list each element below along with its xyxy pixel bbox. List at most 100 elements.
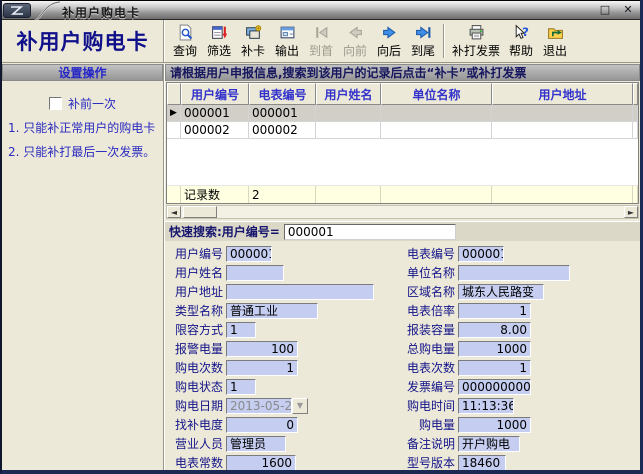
field-purchase-count[interactable]: 1 <box>226 360 298 376</box>
column-header-unit-name[interactable]: 单位名称 <box>381 83 492 105</box>
field-purchase-energy[interactable]: 1000 <box>458 417 531 433</box>
field-label-purchase-energy: 购电量 <box>405 416 455 433</box>
column-header-user-id[interactable]: 用户编号 <box>181 83 249 105</box>
field-adjust-energy[interactable]: 0 <box>226 417 298 433</box>
next-record-button[interactable]: 向后 <box>372 21 406 61</box>
title-bar: 补用户购电卡 □ ✕ <box>0 0 643 20</box>
titlebar-swoosh-decoration <box>32 1 62 21</box>
sidebar-note-2: 2. 只能补打最后一次发票。 <box>8 145 159 160</box>
exit-icon <box>547 24 564 44</box>
sidebar-note-1: 1. 只能补正常用户的购电卡 <box>8 121 159 136</box>
field-label-model-version: 型号版本 <box>405 454 455 471</box>
grid-empty-area <box>167 139 638 186</box>
record-count-row: 记录数 2 <box>167 186 638 203</box>
field-total-energy[interactable]: 1000 <box>458 341 531 357</box>
previous-record-icon <box>347 24 364 44</box>
field-unit-name[interactable] <box>458 265 570 281</box>
query-button[interactable]: 查询 <box>168 21 202 61</box>
help-icon: ? <box>513 24 530 44</box>
field-invoice-number[interactable]: 0000000001 <box>458 379 531 395</box>
column-header-user-name[interactable]: 用户姓名 <box>316 83 381 105</box>
chevron-down-icon[interactable]: ▼ <box>292 398 308 414</box>
column-header-overflow <box>633 83 638 105</box>
scroll-right-arrow[interactable]: ► <box>624 206 638 218</box>
column-header-user-address[interactable]: 用户地址 <box>492 83 633 105</box>
output-button[interactable]: 输出 <box>270 21 304 61</box>
table-row[interactable]: 000002 000002 <box>167 122 638 139</box>
field-purchase-time[interactable]: 11:13:36 <box>458 398 514 414</box>
toolbar: 补用户购电卡 查询 筛选 补卡 <box>2 20 640 63</box>
instruction-bar: 请根据用户申报信息,搜索到该用户的记录后点击“补卡”或补打发票 <box>165 64 640 81</box>
field-meter-ratio[interactable]: 1 <box>458 303 531 319</box>
field-label-unit-name: 单位名称 <box>405 264 455 281</box>
main-content: 请根据用户申报信息,搜索到该用户的记录后点击“补卡”或补打发票 用户编号 电表编… <box>165 64 640 470</box>
window-title: 补用户购电卡 <box>62 4 140 21</box>
field-type-name[interactable]: 普通工业 <box>226 303 318 319</box>
reprint-invoice-button[interactable]: 补打发票 <box>448 21 504 61</box>
field-label-alarm-energy: 报警电量 <box>173 340 223 357</box>
field-purchase-date[interactable]: 2013-05-25 <box>226 398 292 414</box>
field-label-invoice-number: 发票编号 <box>405 378 455 395</box>
filter-icon <box>211 24 228 44</box>
field-area-name[interactable]: 城东人民路变 <box>458 284 544 300</box>
first-record-icon <box>313 24 330 44</box>
field-label-purchase-count: 购电次数 <box>173 359 223 376</box>
table-row[interactable]: ▶ 000001 000001 <box>167 105 638 122</box>
record-count-value: 2 <box>249 186 316 203</box>
last-record-button[interactable]: 到尾 <box>406 21 440 61</box>
field-label-user-address: 用户地址 <box>173 283 223 300</box>
detail-form: 用户编号000001 用户姓名 用户地址 类型名称普通工业 限容方式1 报警电量… <box>165 242 640 470</box>
quick-search-input[interactable] <box>284 224 456 240</box>
field-label-remark: 备注说明 <box>405 435 455 452</box>
svg-text:?: ? <box>522 25 529 39</box>
field-alarm-energy[interactable]: 100 <box>226 341 298 357</box>
grid-marker-header <box>167 83 181 105</box>
maximize-button[interactable]: □ <box>598 3 612 17</box>
checkbox-label: 补前一次 <box>68 95 116 112</box>
field-label-meter-id: 电表编号 <box>405 245 455 262</box>
scrollbar-thumb[interactable] <box>183 206 217 218</box>
sidebar-header: 设置操作 <box>2 64 163 81</box>
field-meter-constant[interactable]: 1600 <box>226 455 296 471</box>
current-row-marker: ▶ <box>167 105 181 122</box>
user-records-grid: 用户编号 电表编号 用户姓名 单位名称 用户地址 ▶ 000001 000001… <box>166 82 639 204</box>
field-label-operator: 营业人员 <box>173 435 223 452</box>
field-capacity-limit-mode[interactable]: 1 <box>226 322 256 338</box>
field-label-purchase-time: 购电时间 <box>405 397 455 414</box>
card-add-icon <box>245 24 262 44</box>
page-title: 补用户购电卡 <box>2 20 164 62</box>
grid-horizontal-scrollbar[interactable]: ◄ ► <box>166 205 639 219</box>
field-label-user-id: 用户编号 <box>173 245 223 262</box>
field-label-adjust-energy: 找补电度 <box>173 416 223 433</box>
field-purchase-status[interactable]: 1 <box>226 379 256 395</box>
field-user-address[interactable] <box>226 284 374 300</box>
field-meter-id[interactable]: 000001 <box>458 246 504 262</box>
close-button[interactable]: ✕ <box>621 3 635 17</box>
field-label-meter-ratio: 电表倍率 <box>405 302 455 319</box>
field-remark[interactable]: 开户购电 <box>458 436 520 452</box>
reissue-previous-checkbox-row[interactable]: 补前一次 <box>2 95 163 112</box>
field-model-version[interactable]: 18460 <box>458 455 506 471</box>
column-header-meter-id[interactable]: 电表编号 <box>249 83 316 105</box>
help-button[interactable]: ? 帮助 <box>504 21 538 61</box>
toolbar-separator <box>443 24 445 58</box>
quick-search-bar: 快速搜索:用户编号= <box>165 221 640 241</box>
reissue-previous-checkbox[interactable] <box>49 97 62 110</box>
field-user-id[interactable]: 000001 <box>226 246 272 262</box>
field-meter-count[interactable]: 1 <box>458 360 531 376</box>
field-label-meter-constant: 电表常数 <box>173 454 223 471</box>
exit-button[interactable]: 退出 <box>538 21 572 61</box>
scroll-left-arrow[interactable]: ◄ <box>167 206 181 218</box>
app-window: 补用户购电卡 □ ✕ 补用户购电卡 查询 筛选 <box>0 0 643 474</box>
field-user-name[interactable] <box>226 265 284 281</box>
export-icon <box>279 24 296 44</box>
field-operator[interactable]: 管理员 <box>226 436 286 452</box>
search-icon <box>177 24 194 44</box>
next-record-icon <box>381 24 398 44</box>
previous-record-button: 向前 <box>338 21 372 61</box>
field-label-installed-capacity: 报装容量 <box>405 321 455 338</box>
filter-button[interactable]: 筛选 <box>202 21 236 61</box>
field-installed-capacity[interactable]: 8.00 <box>458 322 531 338</box>
reissue-card-button[interactable]: 补卡 <box>236 21 270 61</box>
field-label-type-name: 类型名称 <box>173 302 223 319</box>
